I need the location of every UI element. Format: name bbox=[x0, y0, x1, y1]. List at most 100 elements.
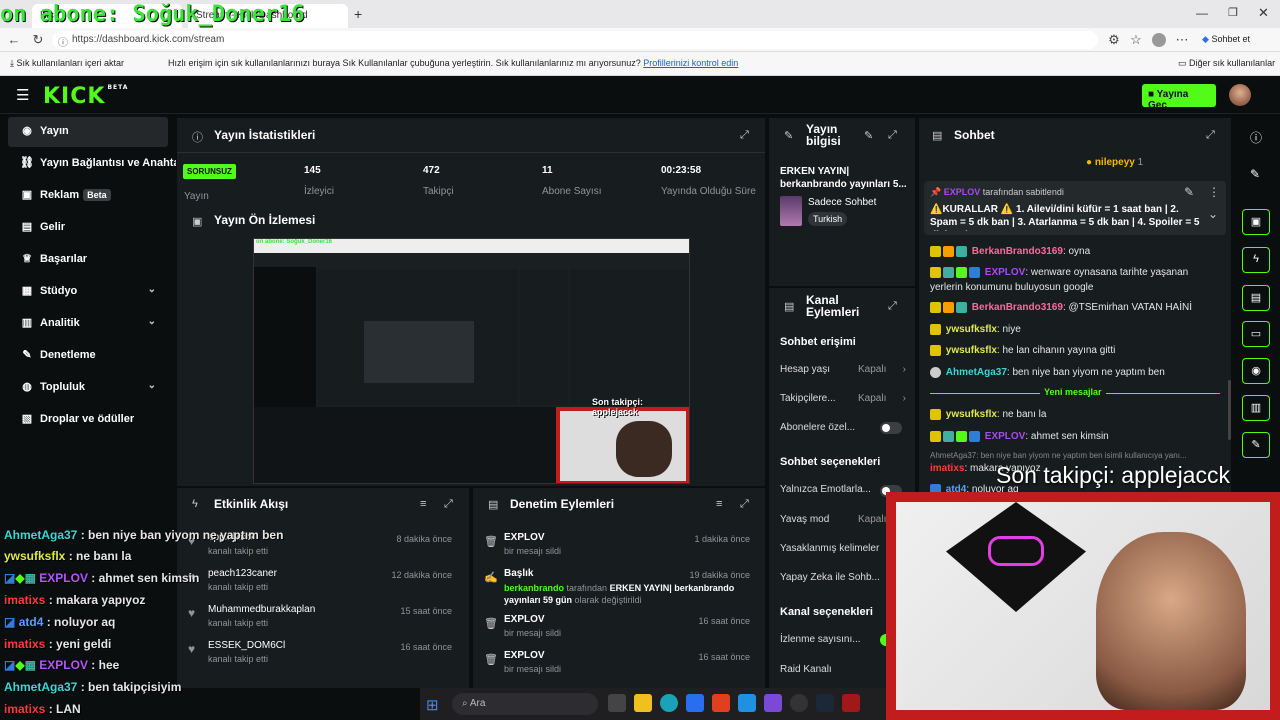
info-icon: ⓘ bbox=[192, 132, 203, 144]
stream-preview-video[interactable]: on abone: Soğuk_Doner16 Son takipçi: app… bbox=[253, 238, 690, 484]
url-input[interactable]: https://dashboard.kick.com/stream bbox=[52, 31, 1098, 49]
expand-icon[interactable]: ⤢ bbox=[740, 498, 749, 511]
viewer-count-row: İzlenme sayısını... bbox=[780, 634, 861, 645]
mod-icon: ◪ bbox=[4, 658, 16, 672]
favorites-icon[interactable]: ☆ bbox=[1126, 28, 1146, 52]
taskbar-search[interactable]: ⌕ Ara bbox=[452, 693, 598, 715]
followers-label: Takipçi bbox=[423, 186, 454, 197]
unpin-icon[interactable]: ✎ bbox=[1184, 185, 1194, 199]
chat-message: EXPLOV: ahmet sen kimsin bbox=[930, 430, 1109, 444]
save-icon[interactable]: ▥ bbox=[1242, 395, 1270, 421]
extensions-icon[interactable]: ⚙ bbox=[1104, 28, 1124, 52]
preview-icon: ▣ bbox=[192, 216, 203, 228]
subs-only-toggle[interactable] bbox=[880, 422, 902, 434]
expand-icon[interactable]: ⤢ bbox=[444, 498, 453, 511]
sidebar-item-analitik[interactable]: ▥ Analitik ⌄ bbox=[8, 309, 168, 339]
sidebar-item-stream-key[interactable]: ⛓ Yayın Bağlantısı ve Anahtar bbox=[8, 149, 176, 179]
overlay-chat-line: imatixs : makara yapıyoz bbox=[4, 593, 146, 607]
followers-only-row[interactable]: Takipçilere... Kapalı › bbox=[780, 393, 906, 404]
kick-logo[interactable]: KICK BETA bbox=[43, 84, 128, 109]
sub-badge-icon bbox=[930, 301, 941, 313]
gift-badge-icon: ▦ bbox=[24, 658, 36, 672]
edge-icon[interactable] bbox=[660, 694, 678, 712]
profiles-link[interactable]: Profillerinizi kontrol edin bbox=[643, 58, 738, 68]
file-explorer-icon[interactable] bbox=[634, 694, 652, 712]
copilot-icon: ◆ bbox=[1202, 34, 1209, 44]
sidebar-item-gelir[interactable]: ▤ Gelir bbox=[8, 213, 168, 243]
other-favorites[interactable]: ▭ Diğer sık kullanılanlar bbox=[1178, 58, 1275, 69]
filter-icon[interactable]: ≡ bbox=[716, 498, 722, 510]
import-bookmarks-button[interactable]: ⤓ Sık kullanılanları içeri aktar bbox=[10, 58, 124, 69]
minimize-button[interactable]: — bbox=[1196, 6, 1208, 20]
site-info-icon[interactable]: ⓘ bbox=[58, 34, 68, 49]
app-icon[interactable] bbox=[842, 694, 860, 712]
info-icon[interactable]: ⓘ bbox=[1250, 129, 1262, 146]
maximize-button[interactable]: ❐ bbox=[1228, 6, 1238, 19]
go-live-button[interactable]: ■ Yayına Geç bbox=[1142, 84, 1216, 111]
list-icon[interactable]: ▤ bbox=[1242, 285, 1270, 311]
top-gifter: ● nilepeyy 1 bbox=[1086, 157, 1144, 168]
mod-icon bbox=[969, 266, 980, 278]
close-window-button[interactable]: ✕ bbox=[1258, 5, 1269, 21]
app-icon[interactable] bbox=[764, 694, 782, 712]
top-banner-overlay: on abone: Soğuk_Doner16 bbox=[0, 2, 305, 27]
back-icon[interactable]: ← bbox=[4, 28, 24, 52]
obs-icon[interactable] bbox=[790, 694, 808, 712]
sidebar-item-studyo[interactable]: ▦ Stüdyo ⌄ bbox=[8, 277, 168, 307]
activity-title: Etkinlik Akışı bbox=[214, 497, 289, 511]
chat-message: ywsufksflx: niye bbox=[930, 323, 1021, 337]
store-icon[interactable] bbox=[686, 694, 704, 712]
filter-icon[interactable]: ≡ bbox=[420, 498, 426, 510]
copilot-button[interactable]: ◆ Sohbet et bbox=[1202, 34, 1250, 45]
app-icon[interactable] bbox=[738, 694, 756, 712]
sidebar-item-topluluk[interactable]: ◍ Topluluk ⌄ bbox=[8, 373, 168, 403]
ai-chat-row[interactable]: Yapay Zeka ile Sohb... bbox=[780, 572, 880, 583]
status-badge: SORUNSUZ bbox=[183, 164, 236, 179]
chat-message: BerkanBrando3169: @TSEmirhan VATAN HAİNİ bbox=[930, 301, 1192, 315]
beta-badge: Beta bbox=[83, 189, 111, 201]
account-age-row[interactable]: Hesap yaşı Kapalı › bbox=[780, 364, 906, 375]
more-icon[interactable]: ⋮ bbox=[1208, 185, 1220, 199]
menu-icon[interactable]: ☰ bbox=[16, 86, 29, 104]
new-tab-button[interactable]: + bbox=[354, 6, 362, 22]
more-icon[interactable]: ⋯ bbox=[1172, 28, 1192, 52]
raid-channel-row[interactable]: Raid Kanalı bbox=[780, 664, 832, 675]
sidebar-item-yayin[interactable]: ◉ Yayın bbox=[8, 117, 168, 147]
viewers-label: İzleyici bbox=[304, 186, 335, 197]
windows-start-icon[interactable]: ⊞ bbox=[426, 696, 439, 714]
expand-icon[interactable]: ⤢ bbox=[740, 129, 749, 142]
sidebar-item-droplar[interactable]: ▧ Droplar ve ödüller bbox=[8, 405, 168, 435]
chat-title: Sohbet bbox=[954, 128, 995, 142]
reload-icon[interactable]: ↻ bbox=[28, 28, 48, 52]
sub-badge-icon bbox=[930, 344, 941, 356]
banned-words-row[interactable]: Yasaklanmış kelimeler bbox=[780, 543, 879, 554]
mod-icon: ◪ bbox=[4, 571, 16, 585]
expand-icon[interactable]: ⤢ bbox=[888, 129, 897, 142]
sidebar-item-reklam[interactable]: ▣ Reklam Beta bbox=[8, 181, 168, 211]
record-icon[interactable]: ◉ bbox=[1242, 358, 1270, 384]
sidebar-item-denetleme[interactable]: ✎ Denetleme bbox=[8, 341, 168, 371]
expand-icon[interactable]: ⤢ bbox=[888, 300, 897, 313]
expand-icon[interactable]: ⤢ bbox=[1206, 129, 1215, 142]
lightning-icon[interactable]: ϟ bbox=[1242, 247, 1270, 273]
steam-icon[interactable] bbox=[816, 694, 834, 712]
preview-follower-banner: Son takipçi: applejacck bbox=[592, 397, 644, 417]
sidebar-item-basarilar[interactable]: ♕ Başarılar bbox=[8, 245, 168, 275]
mod-icon: ◪ bbox=[4, 615, 16, 629]
channel-actions-title: Kanal Eylemleri bbox=[806, 293, 860, 319]
edit-icon[interactable]: ✎ bbox=[864, 129, 873, 142]
chat-view-icon[interactable]: ▣ bbox=[1242, 209, 1270, 235]
wrench-icon[interactable]: ✎ bbox=[1242, 432, 1270, 458]
preview-nested bbox=[364, 321, 474, 383]
app-icon[interactable] bbox=[712, 694, 730, 712]
profile-icon[interactable] bbox=[1152, 33, 1166, 47]
chevron-down-icon[interactable]: ⌄ bbox=[1208, 207, 1218, 221]
gift-badge-icon: ▦ bbox=[24, 571, 36, 585]
message-icon[interactable]: ▭ bbox=[1242, 321, 1270, 347]
task-view-icon[interactable] bbox=[608, 694, 626, 712]
avatar[interactable] bbox=[1229, 84, 1251, 106]
pinned-message[interactable]: 📌 EXPLOV tarafından sabitlendi ⚠️KURALLA… bbox=[924, 181, 1226, 235]
edit-icon[interactable]: ✎ bbox=[1250, 167, 1260, 181]
gift-icon: ▧ bbox=[21, 413, 33, 425]
chat-scrollbar[interactable] bbox=[1228, 380, 1231, 440]
